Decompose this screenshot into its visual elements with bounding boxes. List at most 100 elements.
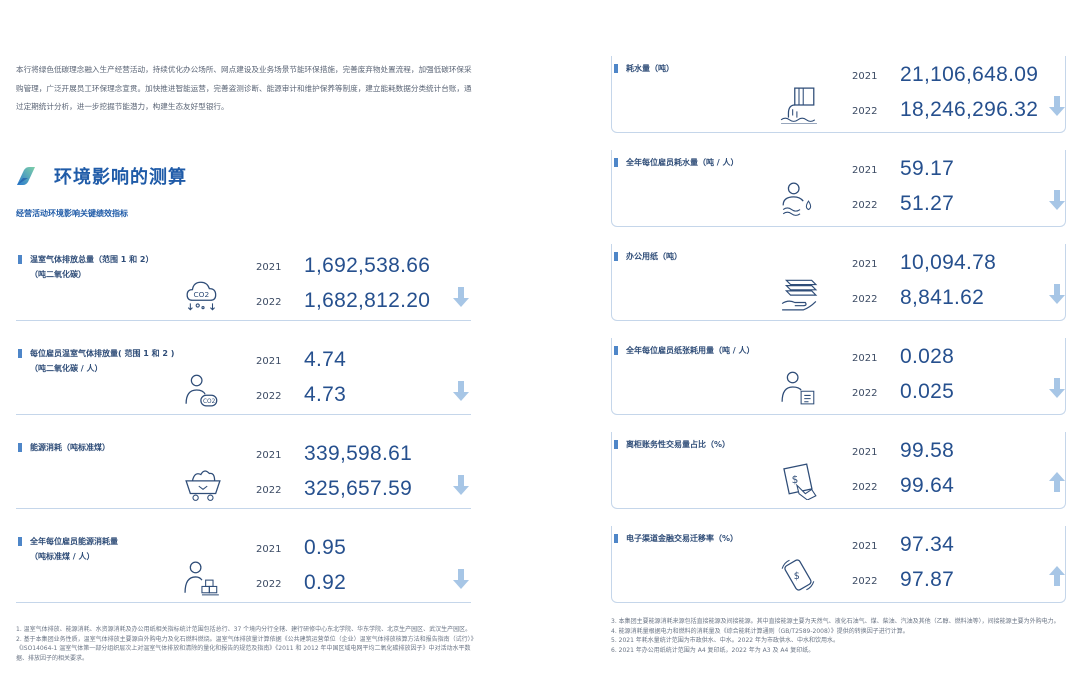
kpi-label-main: 能源消耗（吨标准煤） xyxy=(30,443,110,452)
kpi-year: 2022 xyxy=(852,576,878,587)
trend-up-arrow-icon xyxy=(1049,566,1065,586)
kpi-value: 21,106,648.09 xyxy=(900,63,1039,86)
kpi-year: 2022 xyxy=(852,482,878,493)
kpi-label-unit: （吨标准煤 / 人） xyxy=(30,552,95,561)
co2-cloud-icon: CO2 xyxy=(186,281,217,311)
kpi-label-main: 耗水量（吨） xyxy=(626,64,674,73)
footnote: 6. 2021 年办公用纸统计范围为 A4 复印纸，2022 年为 A3 及 A… xyxy=(611,646,815,654)
kpi-value: 1,682,812.20 xyxy=(304,289,431,312)
kpi-value: 97.34 xyxy=(900,533,955,556)
touch-screen-icon: $ xyxy=(783,463,817,500)
kpi-value: 99.58 xyxy=(900,439,955,462)
kpi-value: 8,841.62 xyxy=(900,286,985,309)
kpi-value: 1,692,538.66 xyxy=(304,254,431,277)
kpi-card: 离柜账务性交易量占比（%） $2021 2022 99.58 99.64 xyxy=(611,432,1066,509)
trend-down-arrow-icon xyxy=(1049,190,1065,210)
kpi-value: 325,657.59 xyxy=(304,477,413,500)
kpi-label-main: 离柜账务性交易量占比（%） xyxy=(626,440,731,449)
kpi-card: 办公用纸（吨） 2021 2022 10,094.78 8,841.62 xyxy=(611,244,1066,321)
trend-down-arrow-icon xyxy=(453,287,469,307)
footnote: 5. 2021 年耗水量统计范围为市政供水、中水。2022 年为市政供水、中水和… xyxy=(611,637,839,644)
kpi-value: 0.028 xyxy=(900,345,955,368)
kpi-year: 2022 xyxy=(852,106,878,117)
kpi-card: 电子渠道金融交易迁移率（%） $2021 2022 97.34 97.87 xyxy=(611,526,1066,603)
kpi-subheading: 经营活动环境影响关键绩效指标 xyxy=(16,209,128,218)
kpi-label-main: 电子渠道金融交易迁移率（%） xyxy=(626,534,739,543)
water-pipe-icon xyxy=(780,87,817,124)
kpi-label: 离柜账务性交易量占比（%） xyxy=(613,437,731,452)
kpi-value: 99.64 xyxy=(900,474,955,497)
trend-down-arrow-icon xyxy=(1049,284,1065,304)
kpi-year: 2022 xyxy=(852,388,878,399)
footnotes-right: 3. 本集团主要能源消耗来源包括直接能源及间接能源。其中直接能源主要为天然气、液… xyxy=(611,617,1066,655)
kpi-value: 4.74 xyxy=(304,348,347,371)
kpi-value: 0.92 xyxy=(304,571,347,594)
kpi-year: 2021 xyxy=(852,447,878,458)
section-title-text: 环境影响的测算 xyxy=(54,167,187,188)
footnote: 2. 基于本集团业务性质，温室气体排放主要源自外购电力及化石燃料燃烧。温室气体排… xyxy=(16,635,474,662)
kpi-label-main: 办公用纸（吨） xyxy=(626,252,682,261)
kpi-value: 10,094.78 xyxy=(900,251,997,274)
kpi-year: 2021 xyxy=(256,450,282,461)
kpi-value: 0.025 xyxy=(900,380,955,403)
paper-stack-icon xyxy=(781,279,818,311)
kpi-year: 2021 xyxy=(256,544,282,555)
kpi-label-main: 全年每位雇员纸张耗用量（吨 / 人） xyxy=(626,346,755,355)
section-title: 环境影响的测算 xyxy=(16,163,187,189)
kpi-year: 2022 xyxy=(852,294,878,305)
footnote: 4. 能源消耗量根据电力和燃料的消耗量及《综合能耗计算通则（GB/T2589-2… xyxy=(611,627,909,635)
person-paper-icon xyxy=(781,371,815,405)
kpi-card: 耗水量（吨） 2021 2022 21,106,648.09 18,246,296.32 xyxy=(611,56,1066,133)
kpi-year: 2022 xyxy=(256,485,282,496)
kpi-card: 全年每位雇员能源消耗量 （吨标准煤 / 人） 2021 2022 0.95 0.92 xyxy=(16,529,471,603)
kpi-label-unit: （吨二氧化碳 / 人） xyxy=(30,364,103,373)
kpi-label-main: 全年每位雇员耗水量（吨 / 人） xyxy=(626,158,739,167)
kpi-label: 每位雇员温室气体排放量( 范围 1 和 2 ) （吨二氧化碳 / 人） xyxy=(17,346,175,376)
kpi-year: 2021 xyxy=(852,71,878,82)
footnote: 3. 本集团主要能源消耗来源包括直接能源及间接能源。其中直接能源主要为天然气、液… xyxy=(611,618,1060,625)
kpi-value: 97.87 xyxy=(900,568,955,591)
svg-text:$: $ xyxy=(792,474,799,486)
kpi-value: 4.73 xyxy=(304,383,347,406)
trend-down-arrow-icon xyxy=(453,475,469,495)
kpi-value: 339,598.61 xyxy=(304,442,413,465)
trend-down-arrow-icon xyxy=(1049,378,1065,398)
svg-text:$: $ xyxy=(794,571,800,582)
kpi-label: 全年每位雇员纸张耗用量（吨 / 人） xyxy=(614,343,755,358)
trend-up-arrow-icon xyxy=(1049,472,1065,492)
intro-paragraph: 本行将绿色低碳理念融入生产经营活动，持续优化办公场所、网点建设及业务场景节能环保… xyxy=(16,65,472,111)
kpi-year: 2021 xyxy=(852,353,878,364)
kpi-card: 每位雇员温室气体排放量( 范围 1 和 2 ) （吨二氧化碳 / 人） CO2 202… xyxy=(16,341,471,415)
kpi-year: 2021 xyxy=(256,356,282,367)
trend-down-arrow-icon xyxy=(453,381,469,401)
person-co2-icon: CO2 xyxy=(185,374,218,407)
trend-down-arrow-icon xyxy=(1049,96,1065,116)
kpi-card: 温室气体排放总量（范围 1 和 2） （吨二氧化碳） CO2 2021 2022 1,69… xyxy=(16,247,471,321)
kpi-label-unit: （吨二氧化碳） xyxy=(30,270,86,279)
kpi-year: 2022 xyxy=(256,579,282,590)
kpi-year: 2022 xyxy=(256,391,282,402)
kpi-card: 全年每位雇员耗水量（吨 / 人） 2021 2022 59.17 51.27 xyxy=(611,150,1066,227)
kpi-year: 2021 xyxy=(852,165,878,176)
kpi-year: 2022 xyxy=(256,297,282,308)
kpi-label: 电子渠道金融交易迁移率（%） xyxy=(613,531,739,546)
kpi-card: 能源消耗（吨标准煤） 2021 2022 339,598.61 325,657.59 xyxy=(16,435,471,509)
kpi-year: 2021 xyxy=(256,262,282,273)
svg-text:CO2: CO2 xyxy=(203,399,216,405)
person-coal-icon xyxy=(184,561,219,596)
kpi-label: 全年每位雇员能源消耗量 （吨标准煤 / 人） xyxy=(18,534,118,564)
kpi-value: 51.27 xyxy=(900,192,955,215)
kpi-label: 能源消耗（吨标准煤） xyxy=(18,440,110,455)
footnotes-left: 1. 温室气体排放、能源消耗、水资源消耗及办公用纸相关指标统计范围包括总行、37… xyxy=(16,625,476,663)
kpi-year: 2021 xyxy=(852,541,878,552)
coal-cart-icon xyxy=(185,470,221,501)
kpi-year: 2022 xyxy=(852,200,878,211)
kpi-label: 全年每位雇员耗水量（吨 / 人） xyxy=(614,155,739,170)
person-water-icon xyxy=(782,182,812,216)
kpi-label-main: 每位雇员温室气体排放量( 范围 1 和 2 ) xyxy=(30,349,175,358)
kpi-card: 全年每位雇员纸张耗用量（吨 / 人） 2021 2022 0.028 0.025 xyxy=(611,338,1066,415)
kpi-label: 耗水量（吨） xyxy=(614,61,674,76)
kpi-label: 办公用纸（吨） xyxy=(614,249,682,264)
svg-text:CO2: CO2 xyxy=(194,290,210,299)
kpi-label-main: 全年每位雇员能源消耗量 xyxy=(30,537,118,546)
